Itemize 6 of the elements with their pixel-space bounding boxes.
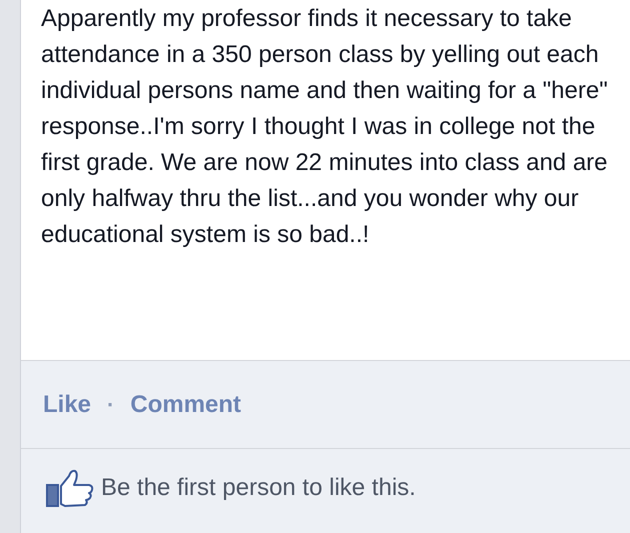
thumbs-up-icon — [45, 468, 95, 508]
comment-link[interactable]: Comment — [130, 390, 242, 418]
separator-dot: · — [107, 392, 114, 418]
like-link[interactable]: Like — [43, 390, 92, 418]
likes-text: Be the first person to like this. — [101, 474, 416, 502]
post-text: Apparently my professor finds it necessary to take attendance in a 350 person class by yelling out each individual persons name and then waiting for a "here" response..I'm sorry I thought I was in college not the first grade. We are now 22 minutes into class and are only halfway thru the list...and you wonder why our educational system is so bad..! — [41, 4, 609, 250]
